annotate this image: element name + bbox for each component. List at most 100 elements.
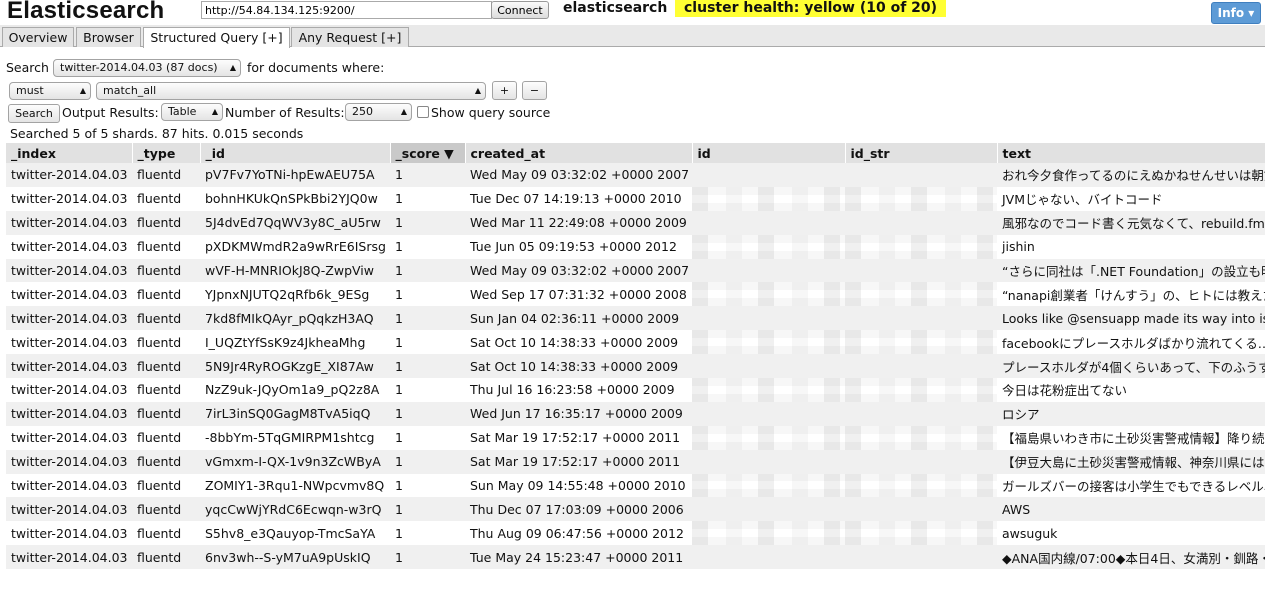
- cell-tweet-id: [692, 210, 845, 235]
- table-row[interactable]: twitter-2014.04.03 fluentd vGmxm-I-QX-1v9n…: [6, 449, 1265, 474]
- table-row[interactable]: twitter-2014.04.03 fluentd bohnHKUkQnSPkBb…: [6, 186, 1265, 211]
- cell-index: twitter-2014.04.03: [11, 286, 128, 302]
- cell-type: fluentd: [137, 430, 182, 446]
- cluster-url-input[interactable]: [201, 1, 492, 19]
- table-header-row: _index _type _id _score ▼ created_at id …: [6, 143, 1265, 163]
- cell-text: JVMじゃない、バイトコード: [1002, 192, 1163, 208]
- search-summary: Searched 5 of 5 shards. 87 hits. 0.015 s…: [10, 126, 304, 141]
- number-of-results-select[interactable]: 250 ▲: [345, 103, 412, 121]
- cell-text: Looks like @sensuapp made its way into i…: [997, 306, 1265, 331]
- cell-created-at: Sun May 09 14:55:48 +0000 2010: [470, 478, 686, 494]
- cell-doc-id: 7kd8fMIkQAyr_pQqkzH3AQ: [200, 306, 390, 331]
- cell-type: fluentd: [137, 525, 182, 541]
- cell-score: 1: [390, 449, 465, 474]
- cell-score: 1: [395, 334, 403, 350]
- show-query-source-label: Show query source: [431, 105, 551, 120]
- cell-tweet-id: [692, 378, 845, 402]
- cell-doc-id: yqcCwWjYRdC6Ecwqn-w3rQ: [200, 497, 390, 522]
- tab-structured-query[interactable]: Structured Query [+]: [143, 27, 290, 48]
- table-row[interactable]: twitter-2014.04.03 fluentd wVF-H-MNRIOkJ8Q…: [6, 258, 1265, 283]
- column-header-id-str[interactable]: id_str: [845, 143, 998, 163]
- cell-tweet-id: [692, 163, 845, 187]
- cell-doc-id: 5N9Jr4RyROGKzgE_XI87Aw: [200, 354, 390, 379]
- connect-button[interactable]: Connect: [491, 1, 549, 19]
- cell-tweet-id: [692, 258, 845, 283]
- info-menu-button[interactable]: Info ▾: [1211, 2, 1261, 24]
- table-row[interactable]: twitter-2014.04.03 fluentd YJpnxNJUTQ2qRfb…: [6, 282, 1265, 307]
- table-row[interactable]: twitter-2014.04.03 fluentd 7irL3inSQ0GagM8…: [6, 401, 1265, 426]
- cell-text: AWS: [997, 497, 1265, 522]
- table-row[interactable]: twitter-2014.04.03 fluentd 5J4dvEd7QqWV3y8…: [6, 210, 1265, 235]
- column-header-tweet-id[interactable]: id: [692, 143, 846, 163]
- column-header-index[interactable]: _index: [6, 143, 133, 163]
- cell-tweet-id: [692, 425, 845, 450]
- cell-doc-id: pV7Fv7YoTNi-hpEwAEU75A: [200, 163, 390, 187]
- table-row[interactable]: twitter-2014.04.03 fluentd ZOMIY1-3Rqu1-NW…: [6, 473, 1265, 498]
- cell-tweet-id: [692, 401, 845, 426]
- cell-tweet-id: [692, 449, 845, 474]
- show-query-source-checkbox[interactable]: [417, 106, 429, 118]
- cell-index: twitter-2014.04.03: [11, 430, 128, 446]
- column-header-type[interactable]: _type: [132, 143, 201, 163]
- tab-browser[interactable]: Browser: [76, 27, 141, 47]
- cell-created-at: Wed Jun 17 16:35:17 +0000 2009: [465, 401, 692, 426]
- cell-text: ◆ANA国内線/07:00◆本日4日、女満別・釧路・代: [997, 545, 1265, 570]
- bool-operator-select[interactable]: must ▲: [9, 82, 91, 100]
- output-format-select[interactable]: Table ▲: [161, 103, 223, 121]
- updown-arrow-icon: ▲: [79, 86, 86, 95]
- cell-type: fluentd: [132, 545, 200, 570]
- index-select[interactable]: twitter-2014.04.03 (87 docs) ▲: [53, 59, 241, 77]
- updown-arrow-icon: ▲: [211, 107, 218, 116]
- cell-doc-id: S5hv8_e3Qauyop-TmcSaYA: [205, 525, 376, 541]
- cell-id-str: [845, 521, 997, 546]
- cell-text: 【伊豆大島に土砂災害警戒情報、神奈川県には大: [997, 449, 1265, 474]
- cell-type: fluentd: [137, 286, 182, 302]
- table-row[interactable]: twitter-2014.04.03 fluentd -8bbYm-5TqGMIRP…: [6, 425, 1265, 450]
- table-row[interactable]: twitter-2014.04.03 fluentd pXDKMWmdR2a9wRr…: [6, 234, 1265, 259]
- cell-type: fluentd: [137, 191, 182, 207]
- tab-any-request[interactable]: Any Request [+]: [291, 27, 409, 47]
- cell-type: fluentd: [132, 449, 200, 474]
- table-row[interactable]: twitter-2014.04.03 fluentd pV7Fv7YoTNi-hpE…: [6, 163, 1265, 187]
- table-row[interactable]: twitter-2014.04.03 fluentd S5hv8_e3Qauyop-…: [6, 521, 1265, 546]
- tab-overview[interactable]: Overview: [2, 27, 74, 47]
- cell-score: 1: [395, 478, 403, 494]
- add-clause-button[interactable]: +: [492, 81, 517, 100]
- cell-created-at: Wed Mar 11 22:49:08 +0000 2009: [465, 210, 692, 235]
- cell-created-at: Sat Mar 19 17:52:17 +0000 2011: [470, 430, 681, 446]
- cell-created-at: Thu Dec 07 17:03:09 +0000 2006: [465, 497, 692, 522]
- cell-id-str: [845, 163, 997, 187]
- table-row[interactable]: twitter-2014.04.03 fluentd NzZ9uk-JQyOm1a9…: [6, 378, 1265, 402]
- cell-id-str: [845, 401, 997, 426]
- table-row[interactable]: twitter-2014.04.03 fluentd yqcCwWjYRdC6Ecw…: [6, 497, 1265, 522]
- output-format-value: Table: [168, 105, 197, 118]
- cell-score: 1: [390, 306, 465, 331]
- cell-id-str: [845, 473, 997, 498]
- column-header-text[interactable]: text: [997, 143, 1265, 163]
- table-row[interactable]: twitter-2014.04.03 fluentd 6nv3wh--S-yM7uA…: [6, 545, 1265, 570]
- cell-created-at: Tue May 24 15:23:47 +0000 2011: [465, 545, 692, 570]
- table-row[interactable]: twitter-2014.04.03 fluentd I_UQZtYfSsK9z4J…: [6, 330, 1265, 355]
- cell-created-at: Tue Jun 05 09:19:53 +0000 2012: [470, 239, 677, 255]
- cell-score: 1: [390, 545, 465, 570]
- cell-text: 風邪なのでコード書く元気なくて、rebuild.fm聴: [997, 210, 1265, 235]
- table-row[interactable]: twitter-2014.04.03 fluentd 7kd8fMIkQAyr_pQ…: [6, 306, 1265, 331]
- cell-created-at: Wed Sep 17 07:31:32 +0000 2008: [470, 286, 687, 302]
- column-header-created-at[interactable]: created_at: [465, 143, 693, 163]
- cell-score: 1: [395, 382, 403, 398]
- cell-index: twitter-2014.04.03: [6, 497, 132, 522]
- column-header-score[interactable]: _score ▼: [390, 143, 466, 163]
- cluster-health-badge: cluster health: yellow (10 of 20): [675, 0, 947, 17]
- cell-score: 1: [390, 354, 465, 379]
- remove-clause-button[interactable]: −: [522, 81, 547, 100]
- cell-doc-id: -8bbYm-5TqGMIRPM1shtcg: [205, 430, 375, 446]
- cell-doc-id: 7irL3inSQ0GagM8TvA5iqQ: [200, 401, 390, 426]
- cell-index: twitter-2014.04.03: [11, 525, 128, 541]
- cell-tweet-id: [692, 306, 845, 331]
- column-header-id[interactable]: _id: [200, 143, 391, 163]
- query-clause-select[interactable]: match_all ▲: [96, 82, 486, 100]
- search-button[interactable]: Search: [8, 104, 60, 123]
- cell-id-str: [845, 306, 997, 331]
- table-row[interactable]: twitter-2014.04.03 fluentd 5N9Jr4RyROGKzgE…: [6, 354, 1265, 379]
- cell-doc-id: 6nv3wh--S-yM7uA9pUskIQ: [200, 545, 390, 570]
